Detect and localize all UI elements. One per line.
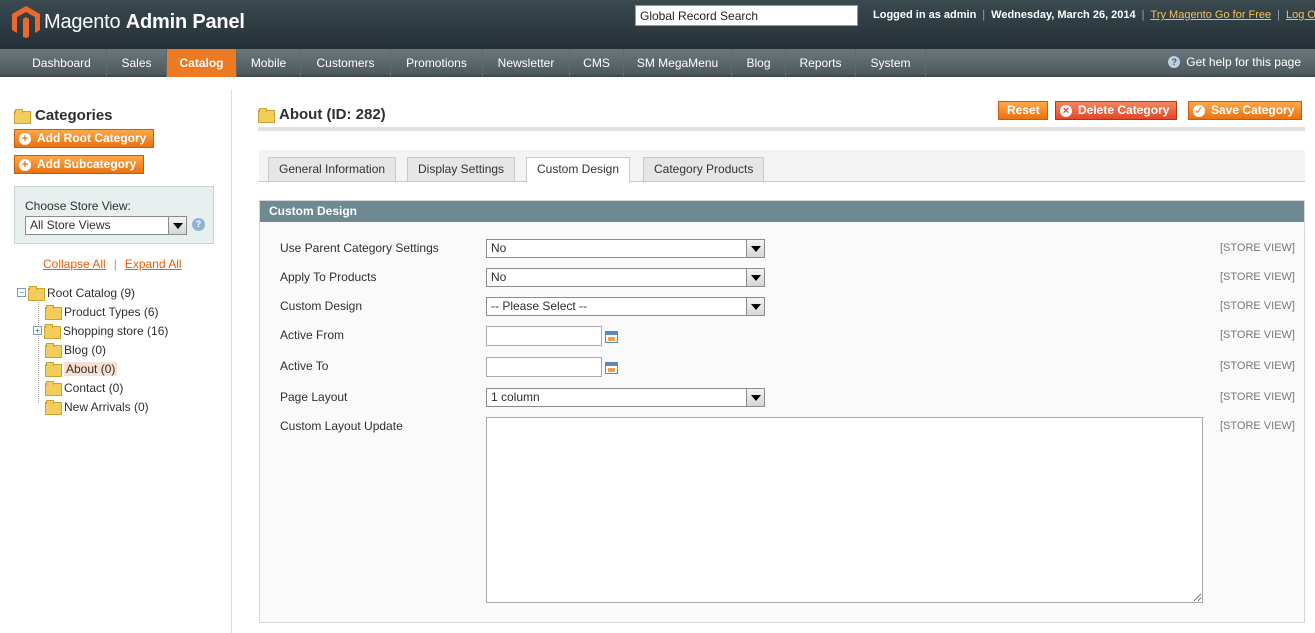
scope-label: [STORE VIEW] — [1220, 360, 1295, 372]
tree-item-root-catalog[interactable]: − Root Catalog (9) — [17, 283, 135, 302]
custom-design-fieldset: Custom Design Use Parent Category Settin… — [259, 200, 1305, 623]
layout-update-textarea[interactable] — [486, 417, 1203, 603]
global-search-input[interactable] — [635, 5, 858, 26]
categories-sidebar: Categories + Add Root Category + Add Sub… — [0, 90, 232, 633]
use-parent-select[interactable]: No — [486, 239, 765, 258]
chevron-down-icon — [746, 389, 764, 406]
logo[interactable]: Magento Admin Panel — [12, 6, 245, 38]
add-subcategory-button[interactable]: + Add Subcategory — [14, 155, 145, 174]
main-nav: Dashboard Sales Catalog Mobile Customers… — [0, 49, 1315, 77]
store-view-label: Choose Store View: — [25, 199, 131, 213]
tree-item-about[interactable]: About (0) — [45, 359, 118, 378]
folder-icon — [45, 305, 62, 320]
store-view-select[interactable]: All Store Views — [25, 216, 187, 235]
folder-icon — [45, 400, 62, 415]
help-icon[interactable]: ? — [192, 218, 205, 231]
tab-display-settings[interactable]: Display Settings — [407, 157, 516, 182]
help-link[interactable]: ? Get help for this page — [1168, 55, 1301, 69]
help-text: Get help for this page — [1186, 55, 1301, 69]
page-title: About (ID: 282) — [258, 106, 386, 123]
active-to-label: Active To — [280, 359, 329, 373]
layout-update-label: Custom Layout Update — [280, 419, 403, 433]
delete-icon: × — [1060, 104, 1072, 117]
tree-item-new-arrivals[interactable]: New Arrivals (0) — [45, 397, 149, 416]
add-root-category-button[interactable]: + Add Root Category — [14, 129, 155, 148]
expand-icon[interactable]: + — [33, 326, 42, 335]
categories-title: Categories — [14, 107, 113, 124]
chevron-down-icon — [746, 269, 764, 286]
header-info: Logged in as admin | Wednesday, March 26, … — [873, 9, 1315, 21]
collapse-all-link[interactable]: Collapse All — [43, 257, 106, 271]
logout-link[interactable]: Log Out — [1286, 9, 1315, 21]
calendar-icon[interactable] — [605, 331, 618, 343]
folder-icon — [258, 108, 275, 123]
tab-category-products[interactable]: Category Products — [643, 157, 765, 182]
collapse-icon[interactable]: − — [17, 288, 26, 297]
nav-catalog[interactable]: Catalog — [167, 49, 237, 77]
nav-reports[interactable]: Reports — [786, 49, 856, 77]
tree-item-blog[interactable]: Blog (0) — [45, 340, 106, 359]
delete-category-button[interactable]: × Delete Category — [1055, 101, 1178, 120]
scope-label: [STORE VIEW] — [1220, 329, 1295, 341]
logo-text: Magento Admin Panel — [44, 10, 245, 33]
tab-custom-design[interactable]: Custom Design — [526, 157, 631, 183]
nav-sales[interactable]: Sales — [107, 49, 167, 77]
folder-icon — [44, 324, 61, 339]
magento-logo-icon — [12, 6, 40, 38]
apply-products-label: Apply To Products — [280, 270, 377, 284]
scope-label: [STORE VIEW] — [1220, 420, 1295, 432]
folder-icon — [28, 286, 45, 301]
nav-sm-megamenu[interactable]: SM MegaMenu — [624, 49, 732, 77]
scope-label: [STORE VIEW] — [1220, 242, 1295, 254]
active-from-input[interactable] — [486, 326, 602, 346]
chevron-down-icon — [168, 217, 186, 234]
custom-design-label: Custom Design — [280, 299, 363, 313]
active-to-input[interactable] — [486, 357, 602, 377]
calendar-icon[interactable] — [605, 362, 618, 374]
tree-item-shopping-store[interactable]: + Shopping store (16) — [33, 321, 168, 340]
nav-system[interactable]: System — [856, 49, 926, 77]
plus-icon: + — [19, 158, 31, 171]
page-layout-label: Page Layout — [280, 390, 348, 404]
title-divider — [258, 127, 1305, 131]
folder-icon — [45, 381, 62, 396]
category-tabs: General Information Display Settings Cus… — [259, 150, 1305, 183]
store-view-panel: Choose Store View: All Store Views ? — [14, 186, 214, 244]
custom-design-select[interactable]: -- Please Select -- — [486, 297, 765, 316]
scope-label: [STORE VIEW] — [1220, 391, 1295, 403]
tree-controls: Collapse All | Expand All — [43, 257, 182, 271]
date-text: Wednesday, March 26, 2014 — [991, 9, 1136, 21]
chevron-down-icon — [746, 240, 764, 257]
nav-dashboard[interactable]: Dashboard — [17, 49, 107, 77]
active-from-label: Active From — [280, 328, 345, 342]
nav-newsletter[interactable]: Newsletter — [483, 49, 570, 77]
tab-general-information[interactable]: General Information — [268, 157, 397, 182]
use-parent-label: Use Parent Category Settings — [280, 241, 439, 255]
page-layout-select[interactable]: 1 column — [486, 388, 765, 407]
nav-mobile[interactable]: Mobile — [237, 49, 301, 77]
reset-button[interactable]: Reset — [998, 101, 1048, 120]
nav-customers[interactable]: Customers — [301, 49, 391, 77]
scope-label: [STORE VIEW] — [1220, 271, 1295, 283]
check-icon: ✓ — [1193, 104, 1205, 117]
folder-icon — [45, 362, 62, 377]
section-title: Custom Design — [260, 201, 1304, 222]
help-icon: ? — [1168, 56, 1181, 68]
try-magento-link[interactable]: Try Magento Go for Free — [1151, 9, 1272, 21]
apply-products-select[interactable]: No — [486, 268, 765, 287]
save-category-button[interactable]: ✓ Save Category — [1188, 101, 1303, 120]
nav-cms[interactable]: CMS — [570, 49, 624, 77]
expand-all-link[interactable]: Expand All — [125, 257, 182, 271]
nav-blog[interactable]: Blog — [732, 49, 786, 77]
folder-icon — [45, 343, 62, 358]
logged-in-text: Logged in as admin — [873, 9, 977, 21]
nav-promotions[interactable]: Promotions — [391, 49, 483, 77]
tree-item-product-types[interactable]: Product Types (6) — [45, 302, 159, 321]
header-bar: Magento Admin Panel Logged in as admin|W… — [0, 0, 1315, 49]
chevron-down-icon — [746, 298, 764, 315]
folder-icon — [14, 109, 31, 124]
tree-item-contact[interactable]: Contact (0) — [45, 378, 123, 397]
plus-icon: + — [19, 132, 31, 145]
scope-label: [STORE VIEW] — [1220, 300, 1295, 312]
